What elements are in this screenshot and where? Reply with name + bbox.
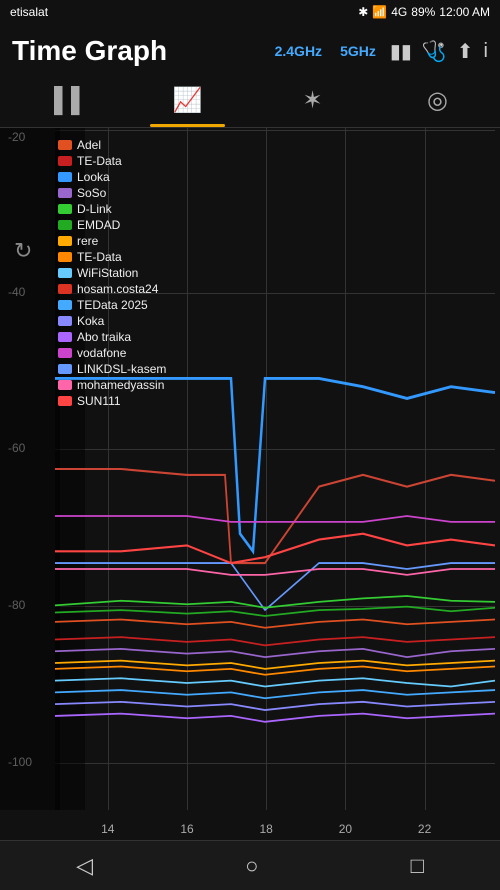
line-looka: [55, 378, 495, 551]
home-button[interactable]: ○: [225, 845, 278, 887]
refresh-icon[interactable]: ↻: [14, 238, 32, 264]
carrier-label: etisalat: [10, 5, 48, 19]
back-button[interactable]: ◁: [56, 845, 113, 887]
export-icon[interactable]: ⬆: [457, 39, 474, 64]
star-icon: ✶: [302, 86, 322, 115]
wifi-icon: 📶: [372, 5, 387, 19]
line-wifistation: [55, 678, 495, 686]
nav-bar: ◁ ○ □: [0, 840, 500, 890]
battery-label: 89%: [411, 5, 435, 19]
line-mohamedyassin: [55, 569, 495, 575]
time-label: 12:00 AM: [439, 5, 490, 19]
signal-label: 4G: [391, 5, 407, 19]
line-linkdsl: [55, 563, 495, 610]
status-right: ✱ 📶 4G 89% 12:00 AM: [358, 5, 490, 19]
freq-2g-button[interactable]: 2.4GHz: [271, 41, 326, 61]
tab-radar[interactable]: ◎: [375, 78, 500, 127]
x-label-14: 14: [101, 822, 114, 836]
tab-line-chart[interactable]: 📈: [125, 78, 250, 127]
x-label-22: 22: [418, 822, 431, 836]
header-icons: ▮▮ 🩺 ⬆ i: [390, 39, 488, 64]
recent-button[interactable]: □: [391, 845, 444, 887]
header: Time Graph 2.4GHz 5GHz ▮▮ 🩺 ⬆ i: [0, 24, 500, 78]
x-label-16: 16: [180, 822, 193, 836]
line-abotraika: [55, 714, 495, 722]
tab-bar: ▐▐ 📈 ✶ ◎: [0, 78, 500, 128]
health-icon[interactable]: 🩺: [422, 39, 447, 64]
line-vodafone: [55, 516, 495, 522]
x-label-18: 18: [260, 822, 273, 836]
chart-area: -20 -40 -60 -80 -100 14 16 18 20 22 ↻ Ad…: [0, 128, 500, 840]
line-emdad: [55, 607, 495, 616]
bluetooth-icon: ✱: [358, 5, 368, 19]
line-tedata2025: [55, 690, 495, 698]
line-koka: [55, 702, 495, 710]
line-adel: [55, 620, 495, 628]
line-tedata: [55, 637, 495, 645]
info-icon[interactable]: i: [484, 40, 488, 63]
graph-svg: [55, 128, 495, 810]
pause-icon[interactable]: ▮▮: [390, 39, 412, 64]
tab-bar-chart[interactable]: ▐▐: [0, 78, 125, 127]
line-soso: [55, 649, 495, 657]
tab-star[interactable]: ✶: [250, 78, 375, 127]
bar-chart-icon: ▐▐: [45, 87, 79, 115]
line-chart-icon: 📈: [173, 86, 203, 115]
freq-5g-button[interactable]: 5GHz: [336, 41, 380, 61]
line-rere: [55, 661, 495, 669]
radar-icon: ◎: [427, 86, 448, 115]
dark-band-mid: [0, 128, 60, 810]
status-bar: etisalat ✱ 📶 4G 89% 12:00 AM: [0, 0, 500, 24]
x-label-20: 20: [339, 822, 352, 836]
page-title: Time Graph: [12, 37, 261, 65]
